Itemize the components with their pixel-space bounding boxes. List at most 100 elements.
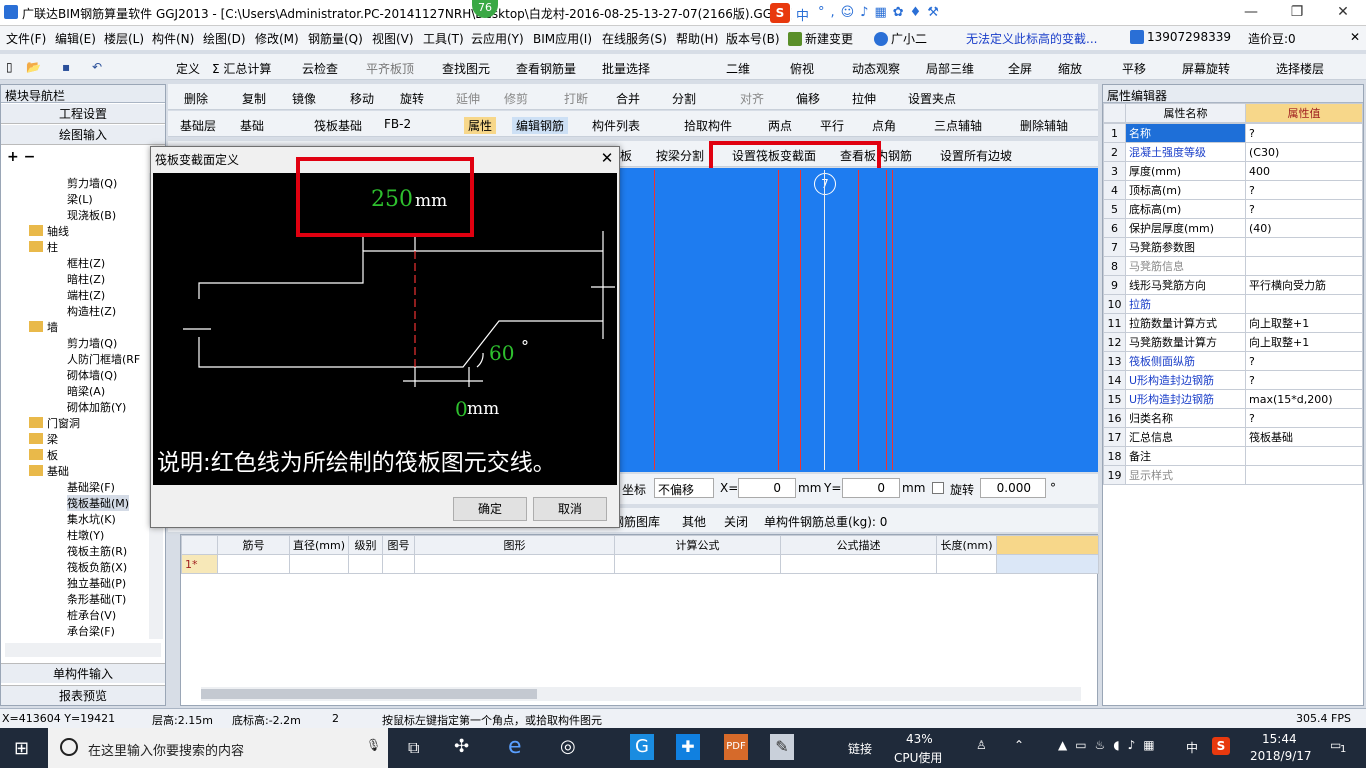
tree-item[interactable]: 剪力墙(Q) — [67, 335, 117, 351]
cell[interactable] — [780, 554, 938, 574]
property-button[interactable]: 属性 — [464, 117, 497, 134]
edit-rebar-button[interactable]: 编辑钢筋 — [512, 117, 569, 134]
dynamic-view-button[interactable]: 动态观察 — [852, 60, 900, 77]
rotate-checkbox[interactable] — [932, 482, 944, 494]
tree-item[interactable]: 轴线 — [47, 223, 69, 239]
menu-help[interactable]: 帮助(H) — [676, 30, 718, 47]
ime-language[interactable]: 中 — [796, 5, 809, 24]
ime-logo-icon[interactable]: S — [770, 3, 790, 23]
new-file-icon[interactable]: ▯ — [6, 60, 13, 74]
property-value[interactable]: 筏板基础 — [1245, 427, 1363, 447]
cell[interactable] — [414, 554, 616, 574]
nav-hscrollbar[interactable] — [5, 643, 161, 657]
fullscreen-button[interactable]: 全屏 — [1008, 60, 1032, 77]
mirror-button[interactable]: 镜像 — [292, 90, 316, 107]
tree-item[interactable]: 基础梁(F) — [67, 479, 115, 495]
menu-online[interactable]: 在线服务(S) — [602, 30, 667, 47]
tree-item[interactable]: 砌体加筋(Y) — [67, 399, 126, 415]
glodon-app-icon[interactable]: G — [630, 734, 654, 760]
microphone-icon[interactable]: 🎙 — [366, 738, 381, 752]
pan-button[interactable]: 平移 — [1122, 60, 1146, 77]
tree-item[interactable]: 门窗洞 — [47, 415, 80, 431]
select-floor-button[interactable]: 选择楼层 — [1276, 60, 1324, 77]
offset-button[interactable]: 偏移 — [796, 90, 820, 107]
property-row[interactable]: 15 U形构造封边钢筋 max(15*d,200) — [1103, 389, 1363, 409]
menu-bim[interactable]: BIM应用(I) — [533, 30, 592, 47]
ok-button[interactable]: 确定 — [453, 497, 527, 521]
align-slab-top-button[interactable]: 平齐板顶 — [366, 60, 414, 77]
cell[interactable] — [936, 554, 998, 574]
tree-item[interactable]: 集水坑(K) — [67, 511, 116, 527]
zoom-button[interactable]: 缩放 — [1058, 60, 1082, 77]
tree-item[interactable]: 柱墩(Y) — [67, 527, 104, 543]
clock-date[interactable]: 2018/9/17 — [1250, 749, 1312, 763]
cell[interactable] — [996, 554, 1099, 574]
align-button[interactable]: 对齐 — [740, 90, 764, 107]
move-button[interactable]: 移动 — [350, 90, 374, 107]
tree-item[interactable]: 现浇板(B) — [67, 207, 116, 223]
clock-time[interactable]: 15:44 — [1262, 732, 1297, 746]
menu-draw[interactable]: 绘图(D) — [203, 30, 246, 47]
nav-bottom-report[interactable]: 报表预览 — [1, 685, 165, 705]
pick-component-button[interactable]: 拾取构件 — [684, 117, 732, 134]
menu-tools[interactable]: 工具(T) — [423, 30, 464, 47]
tree-item[interactable]: 承台梁(F) — [67, 623, 115, 639]
app-icon-spiral[interactable]: ◎ — [560, 736, 576, 757]
tree-item[interactable]: 基础 — [47, 463, 69, 479]
find-element-button[interactable]: 查找图元 — [442, 60, 490, 77]
property-value[interactable]: ? — [1245, 370, 1363, 390]
local-3d-button[interactable]: 局部三维 — [926, 60, 974, 77]
property-row[interactable]: 12 马凳筋数量计算方 向上取整+1 — [1103, 332, 1363, 352]
rotate-input[interactable]: 0.000 — [980, 478, 1046, 498]
property-row[interactable]: 1 名称? — [1103, 123, 1363, 143]
extend-button[interactable]: 延伸 — [456, 90, 480, 107]
offset-select[interactable]: 不偏移 — [654, 478, 714, 498]
menu-rebar[interactable]: 钢筋量(Q) — [308, 30, 363, 47]
tree-item[interactable]: 端柱(Z) — [67, 287, 105, 303]
panel-close-icon[interactable]: ✕ — [1350, 30, 1360, 44]
trim-button[interactable]: 修剪 — [504, 90, 528, 107]
property-row[interactable]: 14 U形构造封边钢筋? — [1103, 370, 1363, 390]
property-row[interactable]: 3 厚度(mm) 400 — [1103, 161, 1363, 181]
set-grip-button[interactable]: 设置夹点 — [908, 90, 956, 107]
property-row[interactable]: 2 混凝土强度等级 (C30) — [1103, 142, 1363, 162]
tree-item[interactable]: 条形基础(T) — [67, 591, 126, 607]
property-value[interactable]: ? — [1245, 199, 1363, 219]
notice-link[interactable]: 无法定义此标高的变截... — [966, 30, 1097, 47]
three-point-axis-button[interactable]: 三点辅轴 — [934, 117, 982, 134]
tree-item[interactable]: 梁 — [47, 431, 58, 447]
drawing-canvas[interactable]: 7 — [620, 168, 1098, 472]
edge-browser-icon[interactable]: e — [508, 734, 522, 759]
property-row[interactable]: 13 筏板侧面纵筋? — [1103, 351, 1363, 371]
property-value[interactable]: (C30) — [1245, 142, 1363, 162]
tree-item[interactable]: 桩承台(V) — [67, 607, 116, 623]
component-list-button[interactable]: 构件列表 — [592, 117, 640, 134]
table-hscrollbar[interactable] — [201, 687, 1081, 701]
delete-button[interactable]: 删除 — [184, 90, 208, 107]
category-select[interactable]: 基础 — [240, 117, 264, 134]
property-row[interactable]: 17 汇总信息 筏板基础 — [1103, 427, 1363, 447]
property-row[interactable]: 11 拉筋数量计算方式 向上取整+1 — [1103, 313, 1363, 333]
new-change-button[interactable]: 新建变更 — [788, 30, 853, 47]
x-input[interactable]: 0 — [738, 478, 796, 498]
property-value[interactable] — [1245, 294, 1363, 314]
cost-beans[interactable]: 造价豆:0 — [1248, 30, 1296, 47]
property-row[interactable]: 5 底标高(m)? — [1103, 199, 1363, 219]
menu-cloud[interactable]: 云应用(Y) — [471, 30, 524, 47]
cell[interactable] — [348, 554, 384, 574]
tray-icons[interactable]: ▲▭♨◖♪▦ — [1058, 738, 1163, 752]
property-value[interactable]: 400 — [1245, 161, 1363, 181]
split-button[interactable]: 分割 — [672, 90, 696, 107]
menu-file[interactable]: 文件(F) — [6, 30, 46, 47]
open-file-icon[interactable]: 📂 — [26, 60, 41, 74]
close-window-button[interactable]: ✕ — [1320, 0, 1366, 26]
cell[interactable] — [382, 554, 416, 574]
tree-item[interactable]: 人防门框墙(RF — [67, 351, 140, 367]
tree-item[interactable]: 筏板负筋(X) — [67, 559, 127, 575]
property-row[interactable]: 16 归类名称? — [1103, 408, 1363, 428]
other-button[interactable]: 其他 — [682, 513, 706, 530]
guangxiaoer-button[interactable]: 广小二 — [874, 30, 927, 47]
property-value[interactable]: max(15*d,200) — [1245, 389, 1363, 409]
property-row[interactable]: 6 保护层厚度(mm) (40) — [1103, 218, 1363, 238]
tree-item[interactable]: 筏板主筋(R) — [67, 543, 127, 559]
